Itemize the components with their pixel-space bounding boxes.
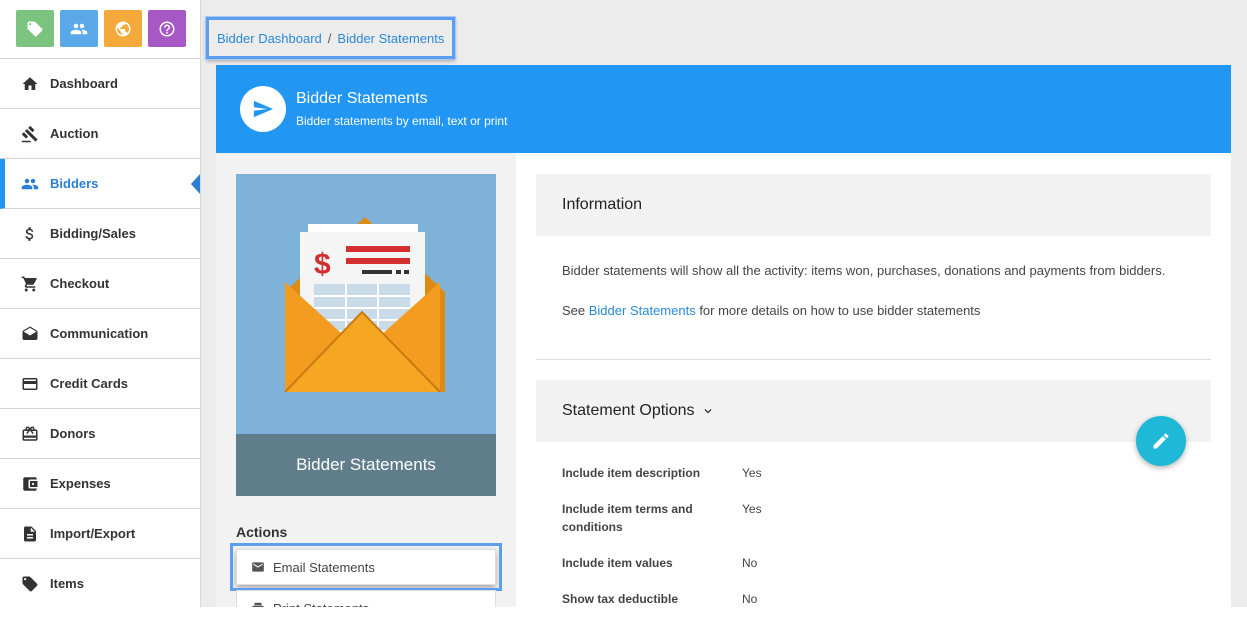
tag-icon xyxy=(27,21,43,36)
sidebar-item-bidders[interactable]: Bidders xyxy=(0,159,200,209)
statement-illustration: $ Bidder Statements xyxy=(236,174,496,496)
information-heading: Information xyxy=(536,174,1211,236)
help-quick-button[interactable] xyxy=(148,10,186,47)
sidebar-item-label: Expenses xyxy=(50,476,111,491)
sidebar-item-items[interactable]: Items xyxy=(0,559,200,607)
tag-icon xyxy=(20,574,40,594)
active-indicator xyxy=(191,174,200,194)
edit-button[interactable] xyxy=(1136,416,1186,466)
sidebar-item-bidding-sales[interactable]: Bidding/Sales xyxy=(0,209,200,259)
envelope-icon xyxy=(252,562,264,572)
wallet-icon xyxy=(20,474,40,494)
tag-quick-button[interactable] xyxy=(16,10,54,47)
quick-actions xyxy=(0,0,200,59)
sidebar-item-label: Communication xyxy=(50,326,149,341)
sidebar-item-label: Checkout xyxy=(50,276,110,291)
sidebar-item-credit-cards[interactable]: Credit Cards xyxy=(0,359,200,409)
information-text: Bidder statements will show all the acti… xyxy=(562,263,1166,278)
statement-options-toggle[interactable]: Statement Options xyxy=(536,380,1211,442)
breadcrumb-separator: / xyxy=(327,30,332,46)
sidebar-item-dashboard[interactable]: Dashboard xyxy=(0,59,200,109)
sidebar-item-expenses[interactable]: Expenses xyxy=(0,459,200,509)
sidebar-item-label: Donors xyxy=(50,426,96,441)
dollar-icon xyxy=(20,224,40,244)
breadcrumb-bidder-statements[interactable]: Bidder Statements xyxy=(337,31,444,46)
gift-icon xyxy=(20,424,40,444)
option-label: Include item description xyxy=(562,466,701,480)
svg-text:$: $ xyxy=(314,248,331,281)
statement-options-card: Statement Options Include item descripti… xyxy=(536,380,1211,620)
option-row: Include item terms and conditions Yes xyxy=(536,500,1211,536)
sidebar-item-label: Items xyxy=(50,576,84,591)
credit-card-icon xyxy=(20,374,40,394)
left-panel: $ Bidder Statements Actions Email Statem… xyxy=(216,153,516,626)
page-header-banner: Bidder Statements Bidder statements by e… xyxy=(216,65,1231,153)
option-label: Show tax deductible xyxy=(562,592,679,606)
sidebar-item-donors[interactable]: Donors xyxy=(0,409,200,459)
sidebar-item-label: Dashboard xyxy=(50,76,118,91)
send-icon xyxy=(240,86,286,132)
information-help-text: See Bidder Statements for more details o… xyxy=(562,302,1185,320)
option-value: No xyxy=(742,592,758,606)
cart-icon xyxy=(20,274,40,294)
sidebar: Dashboard Auction Bidders Bidding/Sales … xyxy=(0,0,201,607)
sidebar-item-label: Bidders xyxy=(50,176,99,191)
sidebar-item-label: Bidding/Sales xyxy=(50,226,136,241)
people-icon xyxy=(70,23,88,34)
envelope-statement-icon: $ xyxy=(284,217,445,393)
illustration-caption: Bidder Statements xyxy=(236,434,496,496)
option-value: Yes xyxy=(742,466,762,480)
option-label: Include item terms and conditions xyxy=(562,502,693,534)
option-row: Include item values No xyxy=(536,554,1211,572)
sidebar-item-label: Auction xyxy=(50,126,99,141)
sidebar-item-label: Credit Cards xyxy=(50,376,129,391)
people-quick-button[interactable] xyxy=(60,10,98,47)
page-subtitle: Bidder statements by email, text or prin… xyxy=(296,114,508,128)
option-label: Include item values xyxy=(562,556,673,570)
globe-icon xyxy=(115,21,131,36)
actions-heading: Actions xyxy=(236,524,288,540)
home-icon xyxy=(20,74,40,94)
email-statements-label: Email Statements xyxy=(273,559,375,575)
chevron-down-icon xyxy=(704,409,712,414)
page-title: Bidder Statements xyxy=(296,90,428,107)
option-row: Show tax deductible No xyxy=(536,590,1211,608)
sidebar-item-auction[interactable]: Auction xyxy=(0,109,200,159)
bidder-statements-link[interactable]: Bidder Statements xyxy=(589,303,696,318)
breadcrumb: Bidder Dashboard / Bidder Statements xyxy=(206,17,456,59)
help-suffix: for more details on how to use bidder st… xyxy=(695,303,981,319)
right-panel: Information Bidder statements will show … xyxy=(516,153,1231,620)
bottom-edge xyxy=(0,607,1247,637)
globe-quick-button[interactable] xyxy=(104,10,142,47)
email-statements-button[interactable]: Email Statements xyxy=(230,543,502,591)
option-value: Yes xyxy=(742,502,762,516)
mail-open-icon xyxy=(20,324,40,344)
sidebar-item-label: Import/Export xyxy=(50,526,136,541)
information-card: Information Bidder statements will show … xyxy=(536,174,1211,360)
sidebar-item-communication[interactable]: Communication xyxy=(0,309,200,359)
gavel-icon xyxy=(20,124,40,144)
sidebar-item-checkout[interactable]: Checkout xyxy=(0,259,200,309)
option-row: Include item description Yes xyxy=(536,464,1211,482)
help-icon xyxy=(159,21,175,36)
option-value: No xyxy=(742,556,758,570)
sidebar-item-import-export[interactable]: Import/Export xyxy=(0,509,200,559)
help-prefix: See xyxy=(562,303,589,319)
breadcrumb-bidder-dashboard[interactable]: Bidder Dashboard xyxy=(217,31,322,46)
people-icon xyxy=(20,174,40,194)
pencil-icon xyxy=(1153,433,1169,449)
statement-options-heading: Statement Options xyxy=(562,402,695,419)
document-icon xyxy=(20,524,40,544)
